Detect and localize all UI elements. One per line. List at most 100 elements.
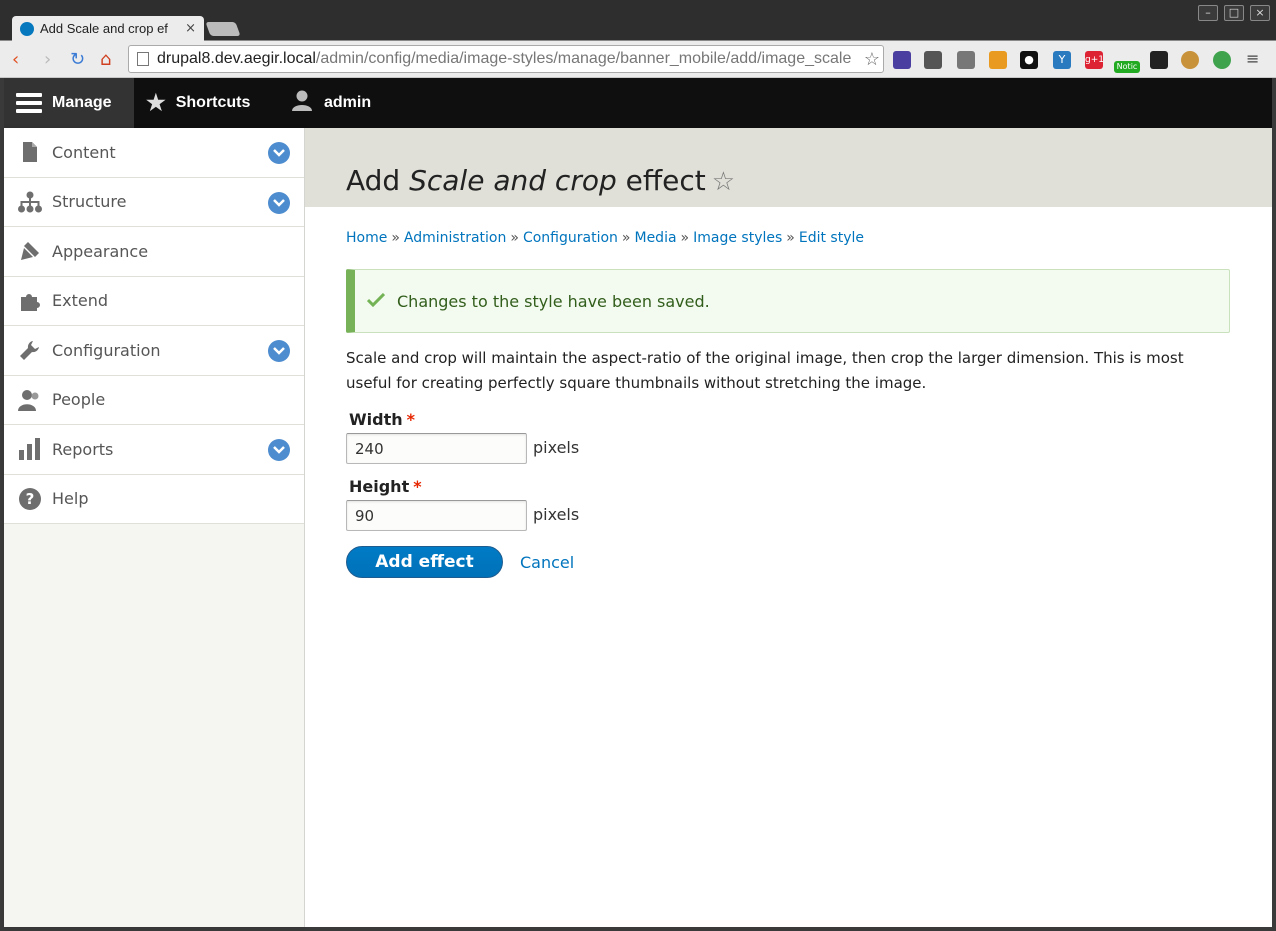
- admin-toolbar: Manage ★ Shortcuts admin: [4, 78, 1272, 128]
- maximize-window-button[interactable]: □: [1224, 5, 1244, 21]
- extension-icon[interactable]: [989, 51, 1007, 69]
- chevron-down-icon[interactable]: [268, 340, 290, 362]
- sidebar-item-extend[interactable]: Extend: [4, 276, 304, 326]
- breadcrumb-separator: »: [786, 230, 795, 246]
- reload-icon[interactable]: ↻: [70, 49, 85, 70]
- sidebar-item-label: Help: [52, 489, 89, 509]
- sidebar-item-structure[interactable]: Structure: [4, 177, 304, 227]
- main-content: Add Scale and crop effect ☆ Home» Administ…: [305, 128, 1272, 927]
- bookmark-star-icon[interactable]: ☆: [861, 49, 883, 70]
- sidebar-item-label: Structure: [52, 192, 127, 212]
- svg-text:?: ?: [26, 490, 35, 508]
- admin-sidebar: Content Structure Appearance Extend Conf…: [4, 128, 305, 927]
- browser-toolbar: ‹ › ↻ ⌂ drupal8.dev.aegir.local /admin/c…: [0, 41, 1276, 78]
- sidebar-item-reports[interactable]: Reports: [4, 425, 304, 475]
- breadcrumb-link-home[interactable]: Home: [346, 230, 387, 246]
- height-label-text: Height: [349, 477, 410, 496]
- url-host: drupal8.dev.aegir.local: [157, 50, 316, 67]
- page-header: Add Scale and crop effect ☆: [305, 128, 1272, 207]
- toolbar-shortcuts-tab[interactable]: ★ Shortcuts: [146, 78, 250, 128]
- puzzle-icon: [18, 289, 42, 313]
- extension-icon[interactable]: [1150, 51, 1168, 69]
- page-title-suffix: effect: [616, 164, 706, 197]
- chevron-down-icon[interactable]: [268, 439, 290, 461]
- close-window-button[interactable]: ×: [1250, 5, 1270, 21]
- sidebar-item-label: Content: [52, 142, 116, 162]
- toolbar-user-label: admin: [324, 94, 372, 111]
- browser-chrome: Add Scale and crop ef × – □ × ‹ › ↻ ⌂ dr…: [0, 0, 1276, 78]
- cookie-icon[interactable]: [1181, 51, 1199, 69]
- effect-description: Scale and crop will maintain the aspect-…: [346, 349, 1184, 392]
- chevron-down-icon[interactable]: [268, 191, 290, 214]
- browser-menu-icon[interactable]: ≡: [1246, 49, 1259, 68]
- height-unit: pixels: [533, 505, 580, 524]
- status-message-text: Changes to the style have been saved.: [397, 291, 710, 311]
- shortcut-star-icon[interactable]: ☆: [712, 167, 735, 197]
- breadcrumb-link-image-styles[interactable]: Image styles: [693, 230, 782, 246]
- sidebar-item-appearance[interactable]: Appearance: [4, 227, 304, 277]
- add-effect-button[interactable]: Add effect: [346, 546, 503, 578]
- google-plus-icon[interactable]: g+1: [1085, 51, 1104, 69]
- breadcrumb-link-administration[interactable]: Administration: [404, 230, 506, 246]
- sidebar-item-label: Reports: [52, 439, 114, 459]
- sidebar-item-content[interactable]: Content: [4, 128, 304, 178]
- breadcrumb: Home» Administration» Configuration» Media»…: [346, 230, 864, 246]
- bar-chart-icon: [18, 437, 42, 461]
- user-icon: [290, 88, 314, 118]
- extension-icon[interactable]: [957, 51, 975, 69]
- height-label: Height *: [349, 477, 422, 496]
- browser-tab[interactable]: Add Scale and crop ef ×: [12, 16, 204, 41]
- tab-strip: Add Scale and crop ef × – □ ×: [0, 0, 1276, 41]
- address-bar[interactable]: drupal8.dev.aegir.local /admin/config/me…: [128, 45, 884, 73]
- toolbar-user-tab[interactable]: admin: [290, 78, 371, 128]
- sidebar-item-label: People: [52, 390, 106, 410]
- toolbar-manage-label: Manage: [52, 94, 112, 111]
- eye-extension-icon[interactable]: ●: [1020, 51, 1038, 69]
- sidebar-item-people[interactable]: People: [4, 375, 304, 425]
- breadcrumb-separator: »: [680, 230, 690, 246]
- sitemap-icon: [18, 190, 42, 214]
- sidebar-item-label: Configuration: [52, 340, 161, 360]
- sidebar-item-configuration[interactable]: Configuration: [4, 326, 304, 376]
- width-label: Width *: [349, 410, 415, 429]
- sidebar-item-label: Extend: [52, 291, 108, 311]
- extension-icon[interactable]: [1213, 51, 1231, 69]
- breadcrumb-link-configuration[interactable]: Configuration: [523, 230, 618, 246]
- new-tab-button[interactable]: [205, 22, 241, 36]
- cancel-link[interactable]: Cancel: [520, 553, 574, 572]
- checkmark-icon: [366, 291, 386, 312]
- star-icon: ★: [146, 90, 166, 115]
- wrench-icon: [18, 338, 42, 362]
- breadcrumb-separator: »: [391, 230, 400, 246]
- breadcrumb-separator: »: [621, 230, 631, 246]
- back-icon[interactable]: ‹: [12, 49, 19, 70]
- required-marker: *: [413, 477, 422, 496]
- paintbrush-icon: [18, 239, 42, 263]
- status-message: Changes to the style have been saved.: [346, 269, 1230, 333]
- sidebar-item-label: Appearance: [52, 241, 149, 261]
- sidebar-item-help[interactable]: ? Help: [4, 474, 304, 524]
- home-icon[interactable]: ⌂: [100, 49, 111, 70]
- page-icon: [137, 52, 149, 66]
- help-icon: ?: [18, 487, 42, 511]
- breadcrumb-link-media[interactable]: Media: [634, 230, 676, 246]
- notification-badge[interactable]: Notic: [1114, 61, 1140, 73]
- extension-icon[interactable]: [924, 51, 942, 69]
- page-title: Add Scale and crop effect ☆: [346, 164, 735, 197]
- close-tab-icon[interactable]: ×: [185, 21, 196, 36]
- extension-icon[interactable]: [893, 51, 911, 69]
- width-unit: pixels: [533, 438, 580, 457]
- breadcrumb-link-edit-style[interactable]: Edit style: [799, 230, 864, 246]
- toolbar-shortcuts-label: Shortcuts: [175, 94, 251, 111]
- minimize-window-button[interactable]: –: [1198, 5, 1218, 21]
- tab-title: Add Scale and crop ef: [40, 21, 168, 36]
- extension-icon[interactable]: Y: [1053, 51, 1071, 69]
- drupal-favicon-icon: [20, 21, 34, 36]
- width-input[interactable]: [346, 433, 527, 464]
- height-input[interactable]: [346, 500, 527, 531]
- forward-icon[interactable]: ›: [44, 49, 51, 70]
- page-title-emphasis: Scale and crop: [409, 164, 617, 197]
- chevron-down-icon[interactable]: [268, 142, 290, 164]
- toolbar-manage-tab[interactable]: Manage: [4, 78, 134, 128]
- url-path: /admin/config/media/image-styles/manage/…: [315, 50, 852, 67]
